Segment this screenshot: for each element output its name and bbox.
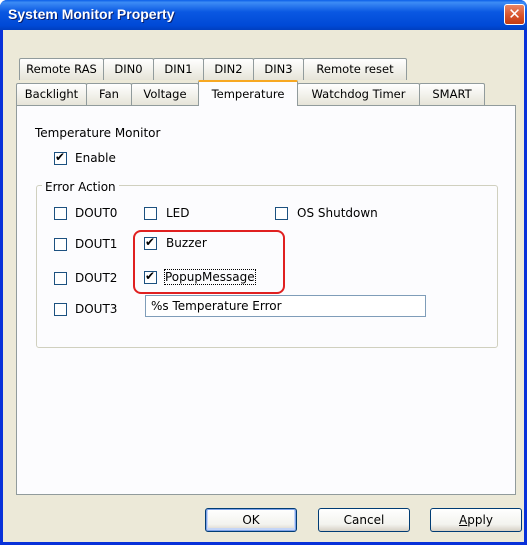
- error-action-caption: Error Action: [42, 180, 119, 194]
- tab-din0[interactable]: DIN0: [103, 58, 154, 80]
- enable-label[interactable]: Enable: [75, 151, 116, 165]
- dout1-label[interactable]: DOUT1: [75, 237, 117, 251]
- tab-din1[interactable]: DIN1: [153, 58, 204, 80]
- dout3-label[interactable]: DOUT3: [75, 302, 117, 316]
- annotation-highlight: [133, 230, 285, 294]
- apply-button[interactable]: Apply: [430, 508, 522, 532]
- tab-temperature[interactable]: Temperature: [198, 80, 298, 106]
- tab-din3[interactable]: DIN3: [253, 58, 304, 80]
- enable-checkbox[interactable]: [54, 150, 67, 165]
- title-bar[interactable]: System Monitor Property ✕: [0, 0, 527, 30]
- cancel-button[interactable]: Cancel: [318, 508, 410, 532]
- ok-button[interactable]: OK: [205, 508, 297, 532]
- led-label[interactable]: LED: [166, 206, 190, 220]
- error-message-input[interactable]: %s Temperature Error: [145, 295, 426, 317]
- tab-remote-ras[interactable]: Remote RAS: [19, 58, 104, 80]
- tab-backlight[interactable]: Backlight: [16, 83, 87, 105]
- window-title: System Monitor Property: [8, 6, 175, 22]
- tab-voltage[interactable]: Voltage: [131, 83, 199, 105]
- tab-row-bottom: Backlight Fan Voltage Temperature Watchd…: [16, 80, 485, 106]
- os-shutdown-checkbox[interactable]: [275, 207, 288, 220]
- tab-watchdog-timer[interactable]: Watchdog Timer: [297, 83, 420, 105]
- tab-fan[interactable]: Fan: [86, 83, 132, 105]
- dout2-label[interactable]: DOUT2: [75, 271, 117, 285]
- led-checkbox[interactable]: [144, 207, 157, 220]
- dout1-checkbox[interactable]: [54, 238, 67, 251]
- dout3-checkbox[interactable]: [54, 303, 67, 316]
- tab-remote-reset[interactable]: Remote reset: [303, 58, 407, 80]
- os-shutdown-label[interactable]: OS Shutdown: [297, 206, 378, 220]
- tab-smart[interactable]: SMART: [419, 83, 485, 105]
- close-button[interactable]: ✕: [504, 4, 525, 25]
- dout0-checkbox[interactable]: [54, 207, 67, 220]
- tab-row-top: Remote RAS DIN0 DIN1 DIN2 DIN3 Remote re…: [19, 58, 407, 80]
- close-icon: ✕: [508, 5, 521, 23]
- tab-din2[interactable]: DIN2: [203, 58, 254, 80]
- temperature-monitor-heading: Temperature Monitor: [35, 126, 161, 140]
- dout0-label[interactable]: DOUT0: [75, 206, 117, 220]
- dout2-checkbox[interactable]: [54, 272, 67, 285]
